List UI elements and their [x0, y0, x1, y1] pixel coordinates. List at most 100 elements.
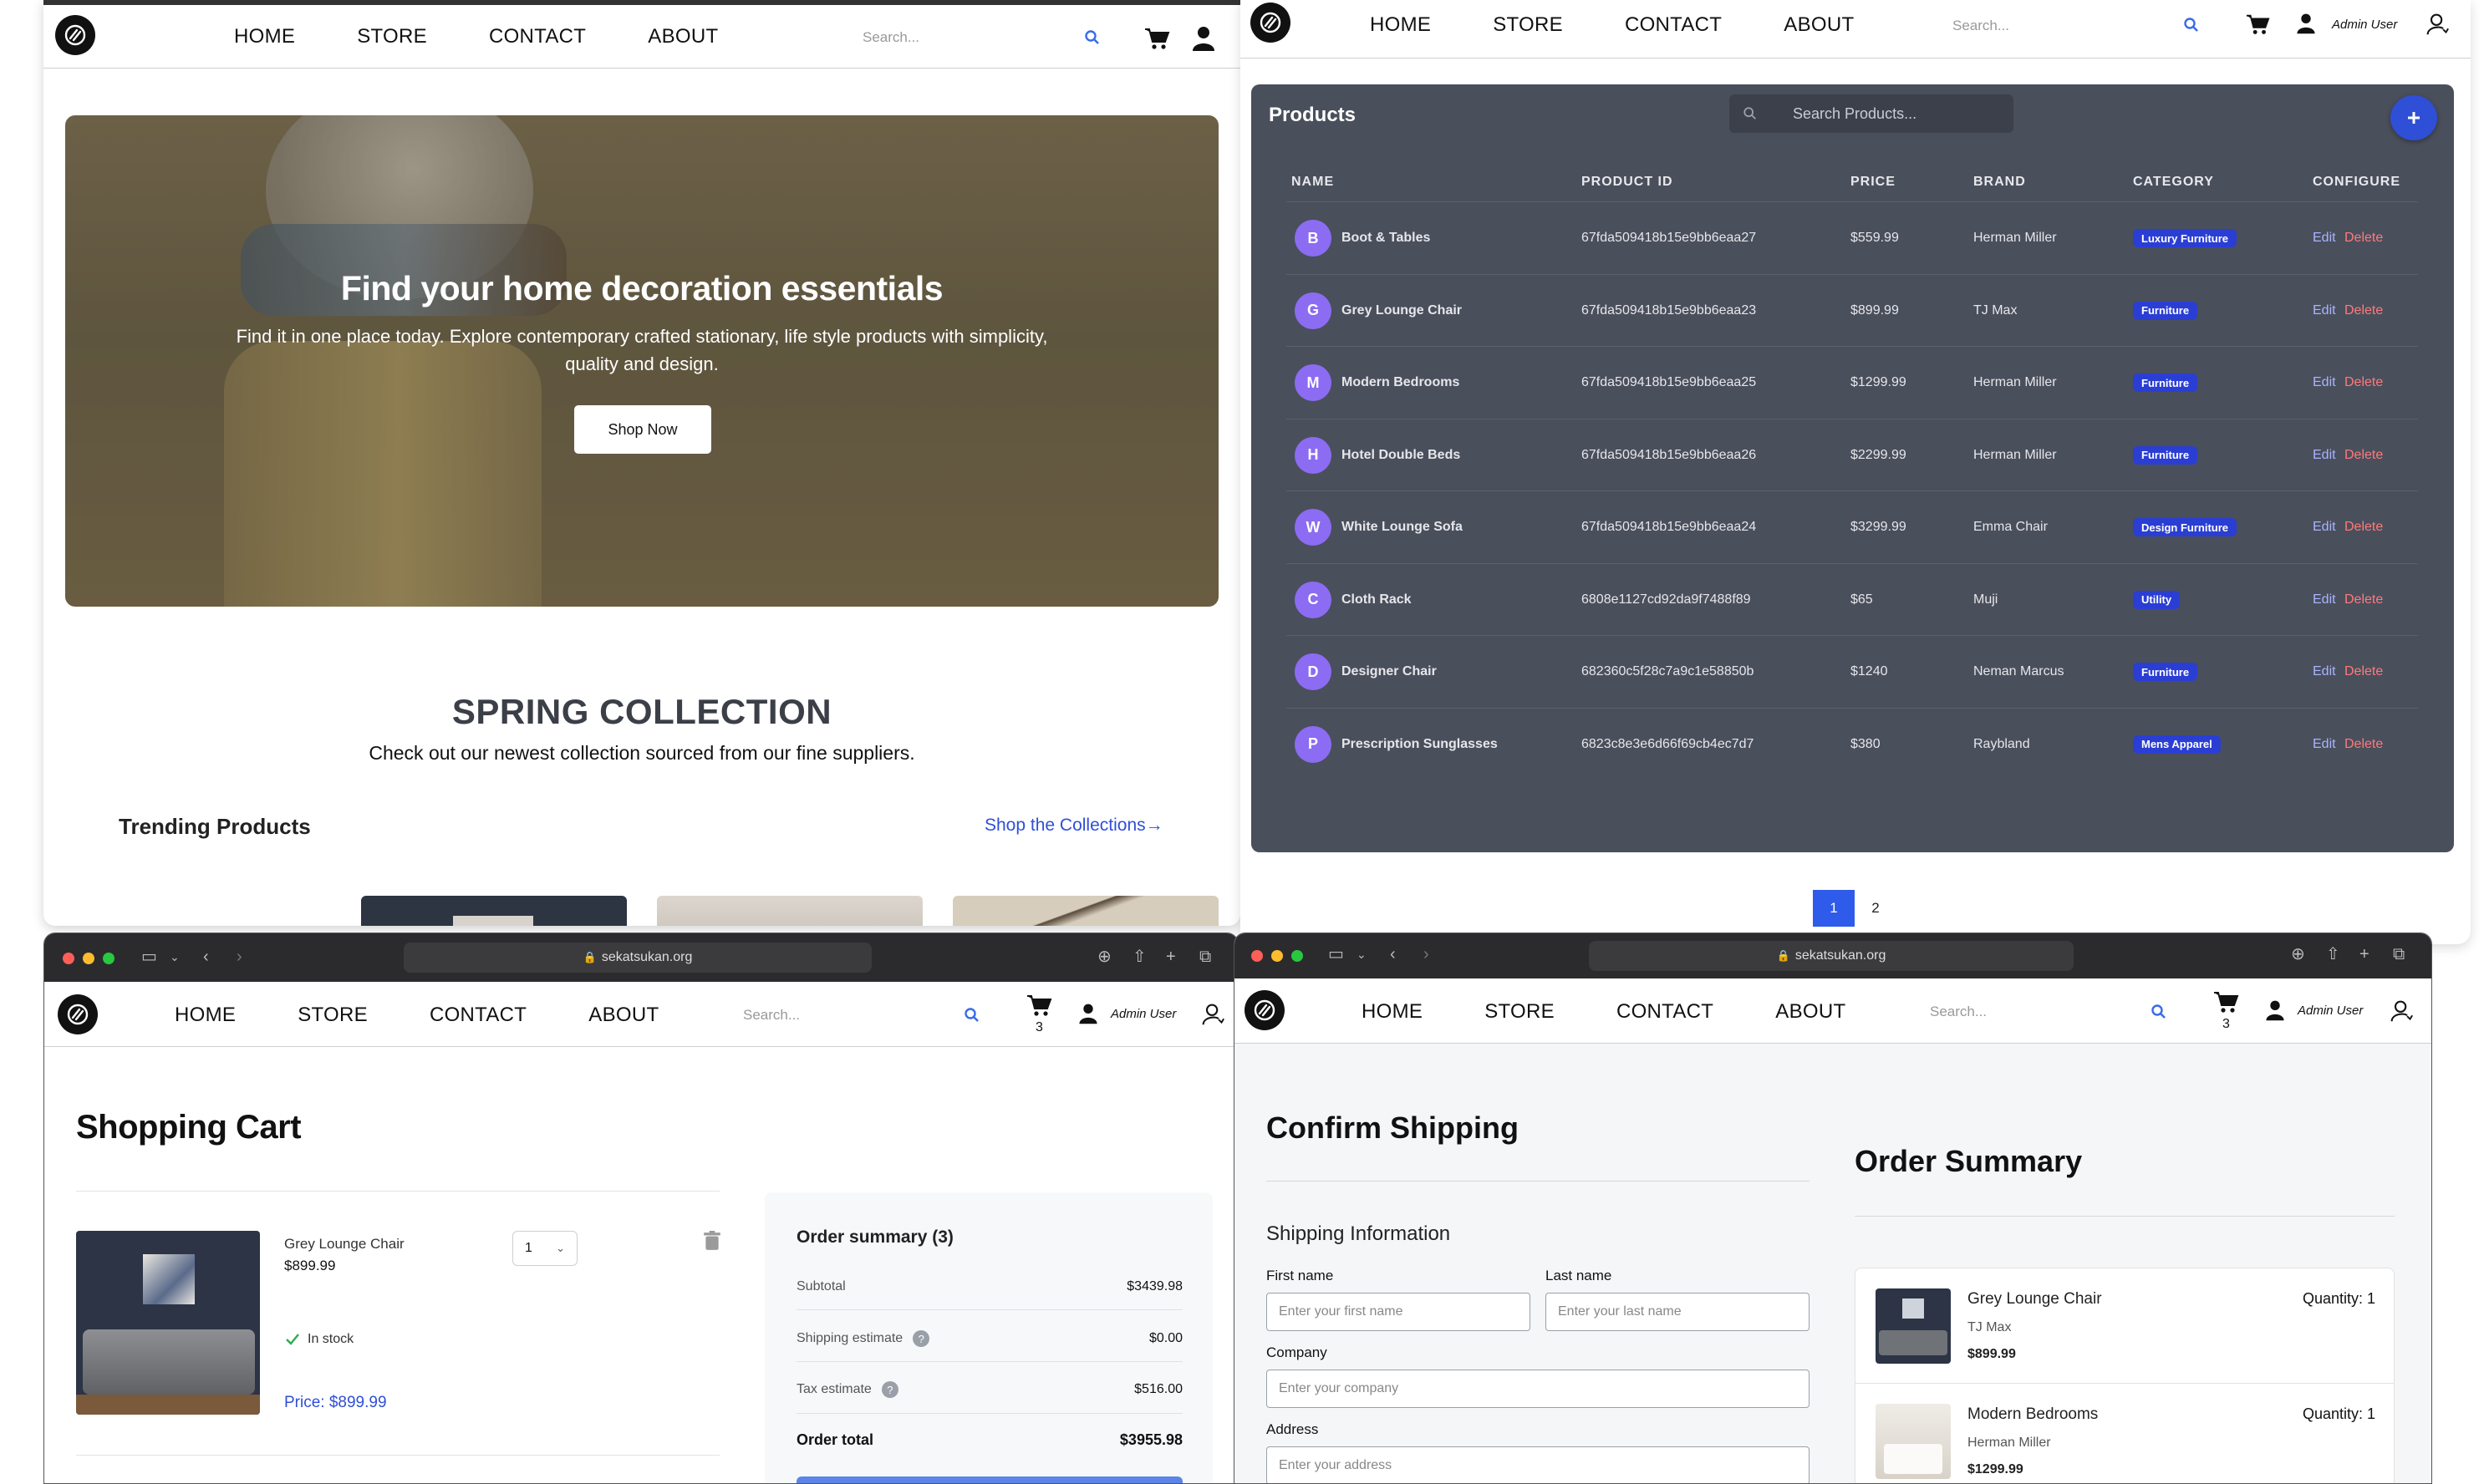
col-price[interactable]: PRICE	[1850, 175, 1896, 190]
minimize-window-button[interactable]	[83, 953, 94, 964]
shop-collections-link[interactable]: Shop the Collections→	[985, 816, 1163, 836]
edit-link[interactable]: Edit	[2313, 709, 2336, 780]
forward-icon[interactable]: ›	[1423, 946, 1429, 963]
nav-home[interactable]: HOME	[234, 25, 295, 48]
user-icon[interactable]	[2295, 12, 2317, 35]
col-brand[interactable]: BRAND	[1973, 175, 2026, 190]
search-icon[interactable]	[1084, 29, 1101, 46]
download-icon[interactable]: ⊕	[2291, 946, 2305, 963]
company-field[interactable]: Enter your company	[1266, 1370, 1810, 1408]
minimize-window-button[interactable]	[1271, 950, 1283, 962]
delete-link[interactable]: Delete	[2344, 419, 2383, 491]
account-icon[interactable]	[2390, 999, 2413, 1024]
checkout-button[interactable]	[797, 1476, 1183, 1483]
edit-link[interactable]: Edit	[2313, 275, 2336, 347]
search-input[interactable]: Search...	[863, 29, 919, 46]
download-icon[interactable]: ⊕	[1097, 948, 1112, 965]
logo[interactable]	[1245, 990, 1285, 1030]
col-category[interactable]: CATEGORY	[2133, 175, 2214, 190]
admin-user-label[interactable]: Admin User	[1111, 1007, 1176, 1021]
logo[interactable]	[1250, 3, 1290, 43]
share-icon[interactable]: ⇧	[2326, 946, 2340, 963]
back-icon[interactable]: ‹	[1390, 946, 1396, 963]
trash-icon[interactable]	[703, 1231, 721, 1251]
delete-link[interactable]: Delete	[2344, 709, 2383, 780]
search-icon[interactable]	[2183, 17, 2200, 33]
products-search-input[interactable]: Search Products...	[1729, 94, 2013, 133]
product-thumb[interactable]	[657, 896, 923, 926]
nav-contact[interactable]: CONTACT	[430, 1004, 527, 1027]
add-product-button[interactable]	[2390, 95, 2437, 140]
cart-item-name[interactable]: Grey Lounge Chair	[284, 1236, 405, 1253]
nav-about[interactable]: ABOUT	[648, 25, 718, 48]
edit-link[interactable]: Edit	[2313, 202, 2336, 274]
table-row[interactable]: G Grey Lounge Chair 67fda509418b15e9bb6eaa…	[1286, 273, 2418, 347]
address-bar[interactable]: 🔒 sekatsukan.org	[404, 943, 872, 973]
page-2-button[interactable]: 2	[1855, 890, 1896, 927]
close-window-button[interactable]	[63, 953, 74, 964]
user-icon[interactable]	[2264, 999, 2286, 1022]
page-1-button[interactable]: 1	[1813, 890, 1855, 927]
edit-link[interactable]: Edit	[2313, 636, 2336, 708]
nav-home[interactable]: HOME	[1362, 1000, 1423, 1024]
last-name-field[interactable]: Enter your last name	[1545, 1293, 1810, 1331]
table-row[interactable]: M Modern Bedrooms 67fda509418b15e9bb6eaa25…	[1286, 346, 2418, 418]
table-row[interactable]: H Hotel Double Beds 67fda509418b15e9bb6eaa…	[1286, 418, 2418, 491]
product-thumb[interactable]	[953, 896, 1219, 926]
search-icon[interactable]	[2151, 1004, 2167, 1020]
tabs-overview-icon[interactable]: ⧉	[2393, 946, 2405, 963]
sidebar-toggle-icon[interactable]: ▭	[141, 948, 157, 965]
nav-about[interactable]: ABOUT	[588, 1004, 659, 1027]
edit-link[interactable]: Edit	[2313, 564, 2336, 636]
search-icon[interactable]	[964, 1007, 980, 1024]
table-row[interactable]: C Cloth Rack 6808e1127cd92da9f7488f89 $65 Mu…	[1286, 562, 2418, 636]
delete-link[interactable]: Delete	[2344, 347, 2383, 419]
nav-store[interactable]: STORE	[357, 25, 427, 48]
logo[interactable]	[55, 15, 95, 55]
help-icon[interactable]: ?	[913, 1330, 930, 1347]
product-name[interactable]: Prescription Sunglasses	[1341, 709, 1498, 780]
order-item-image[interactable]	[1876, 1288, 1951, 1364]
product-name[interactable]: Hotel Double Beds	[1341, 419, 1460, 491]
order-item-image[interactable]	[1876, 1404, 1951, 1479]
col-product-id[interactable]: PRODUCT ID	[1581, 175, 1673, 190]
delete-link[interactable]: Delete	[2344, 491, 2383, 563]
tabs-overview-icon[interactable]: ⧉	[1199, 948, 1211, 965]
cart-icon[interactable]	[1026, 992, 1052, 1019]
share-icon[interactable]: ⇧	[1133, 948, 1147, 965]
chevron-down-icon[interactable]: ⌄	[1357, 946, 1367, 963]
new-tab-icon[interactable]: +	[1166, 948, 1176, 965]
edit-link[interactable]: Edit	[2313, 347, 2336, 419]
account-icon[interactable]	[1201, 1002, 1224, 1027]
quantity-select[interactable]: 1 ⌄	[512, 1231, 578, 1266]
logo[interactable]	[58, 994, 98, 1034]
admin-user-label[interactable]: Admin User	[2332, 18, 2397, 32]
nav-home[interactable]: HOME	[175, 1004, 236, 1027]
delete-link[interactable]: Delete	[2344, 275, 2383, 347]
delete-link[interactable]: Delete	[2344, 564, 2383, 636]
nav-contact[interactable]: CONTACT	[489, 25, 586, 48]
help-icon[interactable]: ?	[881, 1381, 898, 1398]
product-name[interactable]: Grey Lounge Chair	[1341, 275, 1462, 347]
shop-now-button[interactable]: Shop Now	[574, 405, 711, 454]
cart-icon[interactable]	[2212, 988, 2239, 1015]
product-name[interactable]: Modern Bedrooms	[1341, 347, 1459, 419]
nav-contact[interactable]: CONTACT	[1625, 13, 1722, 37]
search-input[interactable]: Search...	[1930, 1004, 1987, 1020]
product-name[interactable]: White Lounge Sofa	[1341, 491, 1463, 563]
user-icon[interactable]	[1190, 25, 1217, 52]
table-row[interactable]: P Prescription Sunglasses 6823c8e3e6d66f69…	[1286, 707, 2418, 780]
delete-link[interactable]: Delete	[2344, 202, 2383, 274]
user-icon[interactable]	[1077, 1002, 1099, 1025]
nav-about[interactable]: ABOUT	[1784, 13, 1854, 37]
admin-user-label[interactable]: Admin User	[2298, 1004, 2363, 1018]
account-icon[interactable]	[2425, 12, 2449, 37]
close-window-button[interactable]	[1251, 950, 1263, 962]
cart-item-image[interactable]	[76, 1231, 260, 1415]
new-tab-icon[interactable]: +	[2359, 946, 2369, 963]
table-row[interactable]: W White Lounge Sofa 67fda509418b15e9bb6eaa…	[1286, 490, 2418, 562]
col-configure[interactable]: CONFIGURE	[2313, 175, 2400, 190]
delete-link[interactable]: Delete	[2344, 636, 2383, 708]
address-bar[interactable]: 🔒 sekatsukan.org	[1589, 941, 2074, 971]
cart-icon[interactable]	[2245, 12, 2270, 37]
